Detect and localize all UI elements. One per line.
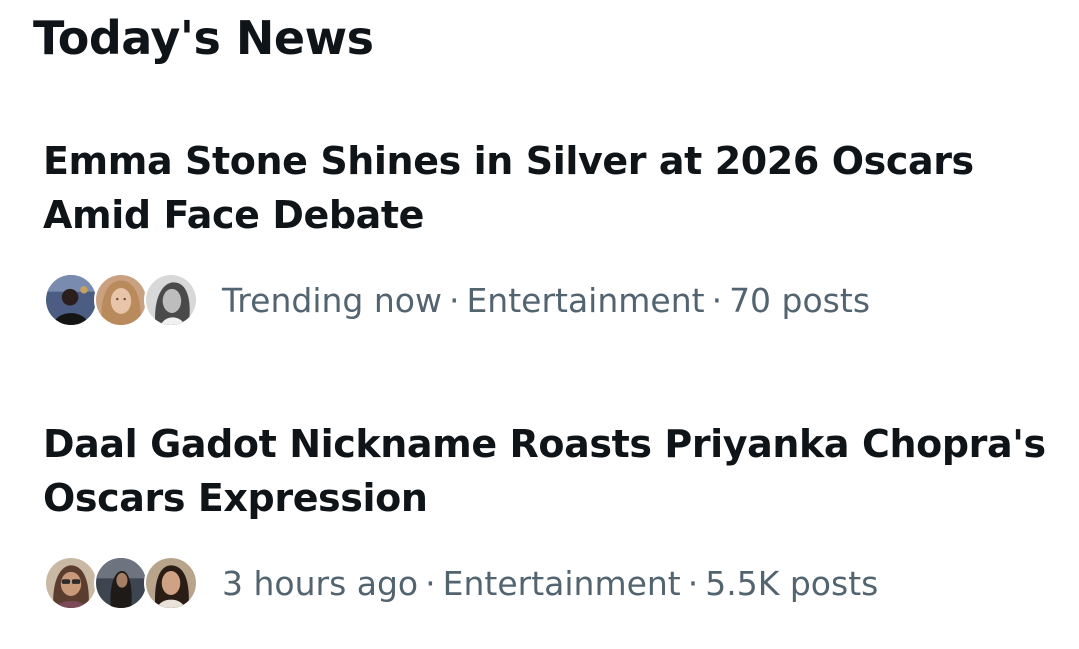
- news-post-count: 70 posts: [729, 281, 871, 320]
- news-item[interactable]: Daal Gadot Nickname Roasts Priyanka Chop…: [43, 417, 1053, 610]
- news-headline-line: Daal Gadot Nickname Roasts Priyanka Chop…: [43, 422, 1046, 466]
- avatar-photo-icon: [144, 273, 198, 327]
- avatar-photo-icon: [44, 273, 98, 327]
- news-headline-line: Emma Stone Shines in Silver at 2026 Osca…: [43, 139, 974, 183]
- news-headline-line: Oscars Expression: [43, 476, 428, 520]
- meta-separator: ·: [711, 281, 723, 320]
- meta-separator: ·: [425, 564, 436, 603]
- news-category: Entertainment: [442, 564, 681, 603]
- news-time: Trending now: [222, 281, 442, 320]
- meta-separator: ·: [448, 281, 460, 320]
- news-headline[interactable]: Emma Stone Shines in Silver at 2026 Osca…: [43, 134, 1053, 242]
- news-meta: Trending now · Entertainment · 70 posts: [44, 271, 870, 331]
- avatar-photo-icon: [44, 556, 98, 610]
- news-post-count: 5.5K posts: [705, 564, 879, 603]
- news-meta-text: 3 hours ago · Entertainment · 5.5K posts: [222, 554, 878, 614]
- news-headline[interactable]: Daal Gadot Nickname Roasts Priyanka Chop…: [43, 417, 1053, 525]
- avatar-photo-icon: [94, 556, 148, 610]
- meta-separator: ·: [687, 564, 699, 603]
- news-category: Entertainment: [466, 281, 705, 320]
- news-meta: 3 hours ago · Entertainment · 5.5K posts: [44, 554, 878, 614]
- avatar-photo-icon: [144, 556, 198, 610]
- news-headline-line: Amid Face Debate: [43, 193, 425, 237]
- avatar-photo-icon: [94, 273, 148, 327]
- section-title: Today's News: [33, 11, 374, 65]
- news-meta-text: Trending now · Entertainment · 70 posts: [222, 271, 870, 331]
- news-item[interactable]: Emma Stone Shines in Silver at 2026 Osca…: [43, 134, 1053, 327]
- avatar-group: [44, 554, 201, 614]
- news-time: 3 hours ago: [222, 564, 419, 603]
- avatar-group: [44, 271, 201, 331]
